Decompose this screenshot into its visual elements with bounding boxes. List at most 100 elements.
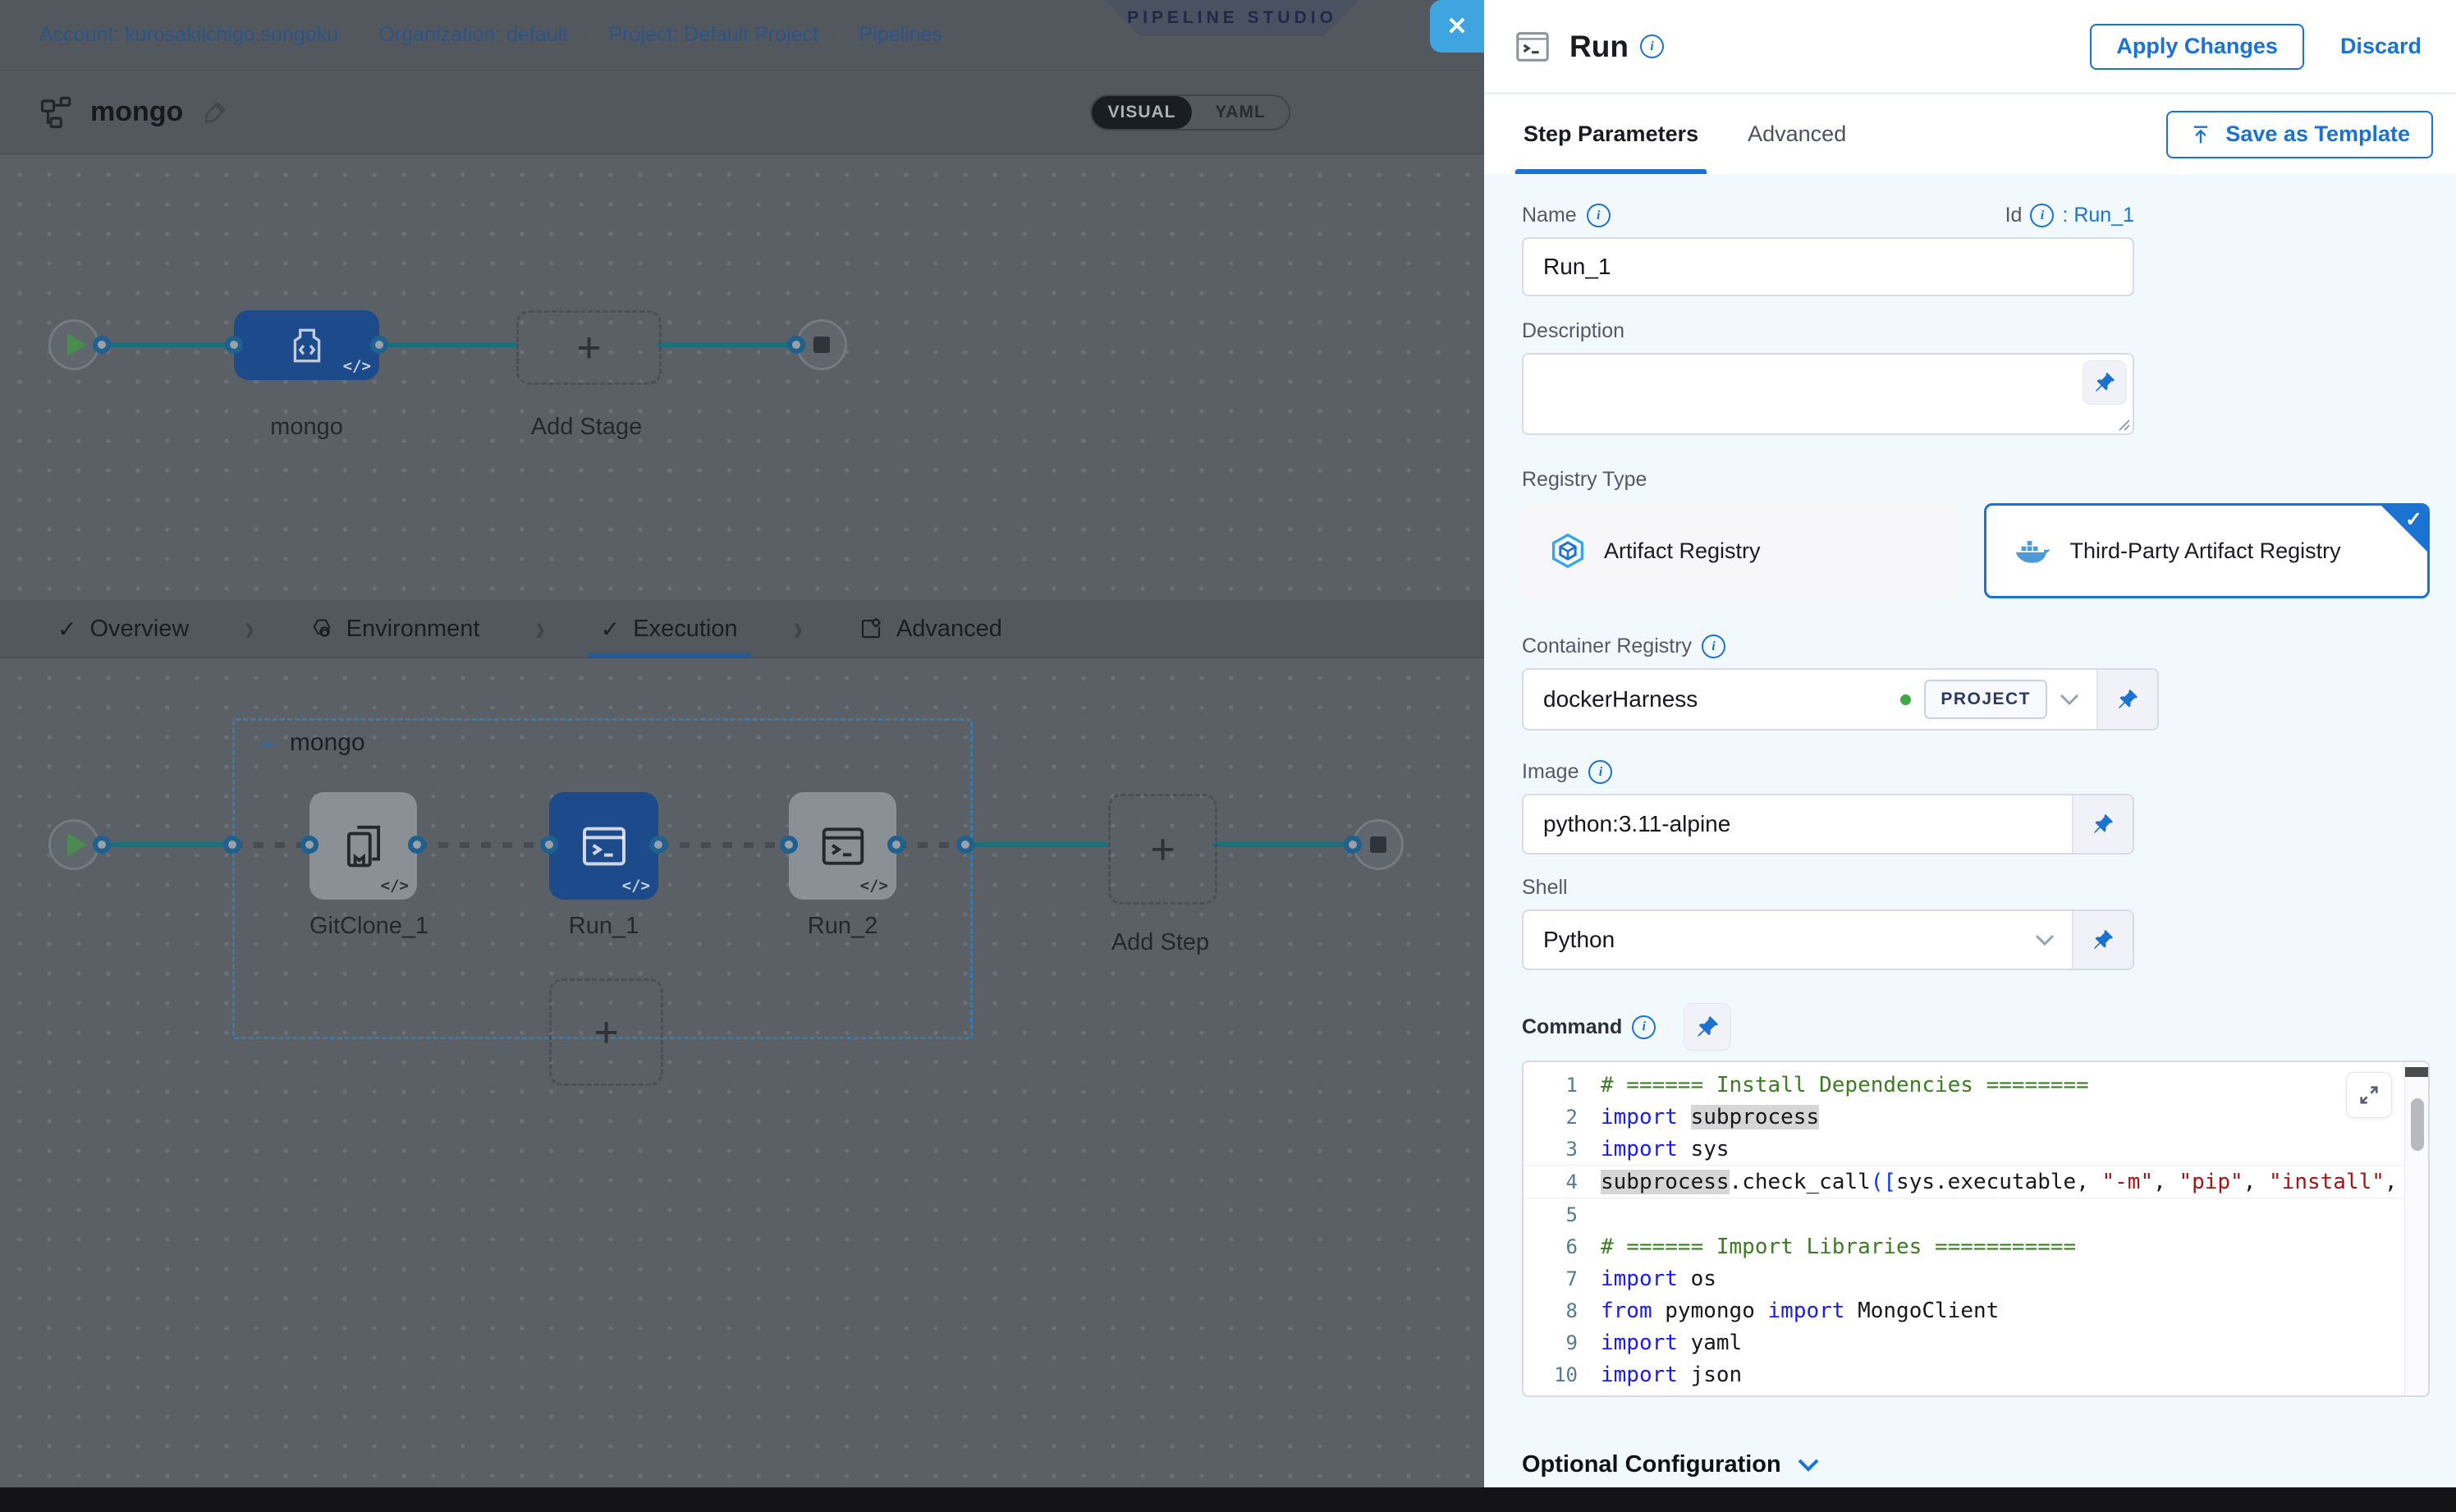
tab-environment[interactable]: Environment bbox=[302, 600, 488, 657]
step-config-panel: Run i Apply Changes Discard Step Paramet… bbox=[1484, 0, 2456, 1487]
apply-changes-button[interactable]: Apply Changes bbox=[2090, 24, 2304, 70]
code-line[interactable]: 1# ====== Install Dependencies ======== bbox=[1524, 1069, 2428, 1101]
stage-node-mongo[interactable]: </> bbox=[234, 310, 379, 380]
third-party-registry-card-selected[interactable]: Third-Party Artifact Registry ✓ bbox=[1984, 503, 2430, 598]
expand-editor-button[interactable] bbox=[2346, 1072, 2392, 1118]
command-label-text: Command bbox=[1522, 1015, 1622, 1039]
resize-handle[interactable] bbox=[2115, 415, 2131, 432]
line-number: 5 bbox=[1524, 1203, 1601, 1226]
connector-line bbox=[102, 842, 232, 847]
command-field-label: Command i bbox=[1522, 1015, 1656, 1039]
tab-execution[interactable]: ✓ Execution bbox=[593, 600, 746, 657]
artifact-registry-label: Artifact Registry bbox=[1604, 538, 1761, 564]
bottom-edge-bar bbox=[0, 1487, 2456, 1512]
pipeline-start-node[interactable] bbox=[48, 319, 99, 370]
image-value: python:3.11-alpine bbox=[1524, 811, 2072, 837]
code-line[interactable]: 10import json bbox=[1524, 1359, 2428, 1391]
connector-line-dotted bbox=[417, 842, 549, 848]
pipeline-studio-screen: Account: kurosakiichigo.songoku › Organi… bbox=[0, 0, 2456, 1512]
code-line[interactable]: 7import os bbox=[1524, 1262, 2428, 1294]
code-line[interactable]: 5 bbox=[1524, 1198, 2428, 1230]
add-step-button[interactable]: + bbox=[1108, 794, 1217, 905]
info-icon[interactable]: i bbox=[1588, 760, 1612, 784]
runtime-input-pin-button[interactable] bbox=[2083, 360, 2127, 405]
tab-step-advanced[interactable]: Advanced bbox=[1746, 94, 1848, 174]
container-registry-label-text: Container Registry bbox=[1522, 635, 1692, 658]
optional-configuration-toggle[interactable]: Optional Configuration bbox=[1522, 1451, 2430, 1478]
save-as-template-button[interactable]: Save as Template bbox=[2166, 111, 2433, 158]
discard-button[interactable]: Discard bbox=[2340, 34, 2422, 59]
code-line[interactable]: 8from pymongo import MongoClient bbox=[1524, 1294, 2428, 1326]
pin-icon bbox=[2092, 813, 2114, 835]
runtime-input-pin-button[interactable] bbox=[2072, 795, 2133, 853]
tab-step-parameters[interactable]: Step Parameters bbox=[1522, 94, 1700, 174]
connector-line bbox=[379, 342, 516, 347]
runtime-input-pin-button[interactable] bbox=[1684, 1003, 1731, 1051]
line-number: 1 bbox=[1524, 1074, 1601, 1097]
add-step-below-button[interactable]: + bbox=[549, 978, 663, 1086]
breadcrumb-organization[interactable]: Organization: default bbox=[378, 23, 568, 47]
code-line[interactable]: 2import subprocess bbox=[1524, 1101, 2428, 1133]
panel-body[interactable]: Name i Id i : Run_1 Description bbox=[1484, 174, 2456, 1487]
command-code-editor[interactable]: 1# ====== Install Dependencies ========2… bbox=[1522, 1061, 2430, 1397]
breadcrumb-pipelines[interactable]: Pipelines bbox=[859, 23, 942, 47]
info-icon[interactable]: i bbox=[1587, 204, 1611, 227]
optional-configuration-label: Optional Configuration bbox=[1522, 1451, 1781, 1478]
toggle-yaml[interactable]: YAML bbox=[1192, 96, 1289, 129]
line-number: 6 bbox=[1524, 1235, 1601, 1258]
code-text: # ====== Import Libraries =========== bbox=[1601, 1235, 2076, 1259]
code-line[interactable]: 9import yaml bbox=[1524, 1326, 2428, 1359]
breadcrumb-account[interactable]: Account: kurosakiichigo.songoku bbox=[39, 23, 338, 47]
tab-execution-label: Execution bbox=[633, 616, 737, 643]
edit-pipeline-name-icon[interactable] bbox=[201, 99, 229, 126]
tab-overview[interactable]: ✓ Overview bbox=[49, 600, 197, 657]
close-panel-button[interactable]: ✕ bbox=[1430, 0, 1484, 53]
info-icon[interactable]: i bbox=[2030, 204, 2054, 227]
container-registry-value: dockerHarness bbox=[1524, 686, 1900, 712]
runtime-input-pin-button[interactable] bbox=[2072, 911, 2133, 969]
add-stage-button[interactable]: + bbox=[516, 310, 662, 385]
collapse-group-icon[interactable]: – bbox=[259, 729, 275, 757]
step-node-run2[interactable]: </> bbox=[789, 792, 896, 900]
chevron-down-icon bbox=[1796, 1457, 1821, 1473]
connector-line bbox=[968, 842, 1108, 847]
info-icon[interactable]: i bbox=[1702, 635, 1725, 658]
info-icon[interactable]: i bbox=[1632, 1015, 1656, 1039]
pipeline-editor-dimmed: Account: kurosakiichigo.songoku › Organi… bbox=[0, 0, 1484, 1512]
container-registry-field[interactable]: dockerHarness PROJECT bbox=[1522, 668, 2159, 731]
stop-icon bbox=[813, 337, 830, 353]
toggle-visual[interactable]: VISUAL bbox=[1092, 96, 1192, 129]
step-node-gitclone[interactable]: </> bbox=[309, 792, 417, 900]
shell-select[interactable]: Python bbox=[1522, 909, 2134, 970]
scrollbar-marker bbox=[2405, 1067, 2428, 1077]
connector-port bbox=[93, 336, 111, 354]
image-field[interactable]: python:3.11-alpine bbox=[1522, 794, 2134, 855]
stage-tabs-bar: ✓ Overview › Environment › ✓ Execution ›… bbox=[0, 600, 1484, 658]
connector-port bbox=[1344, 836, 1362, 854]
step-id: Id i : Run_1 bbox=[2005, 204, 2134, 227]
ci-stage-icon bbox=[286, 325, 328, 366]
connector-line-dotted bbox=[658, 842, 789, 848]
artifact-registry-card[interactable]: Artifact Registry bbox=[1522, 503, 1959, 598]
code-line[interactable]: 4subprocess.check_call([sys.executable, … bbox=[1524, 1165, 2428, 1198]
breadcrumb-separator: › bbox=[584, 22, 592, 48]
editor-scrollbar[interactable] bbox=[2404, 1062, 2428, 1395]
scrollbar-thumb[interactable] bbox=[2411, 1098, 2424, 1151]
pipeline-title-bar: mongo VISUAL YAML bbox=[0, 71, 1484, 154]
chevron-down-icon[interactable] bbox=[2059, 693, 2080, 706]
execution-start-node[interactable] bbox=[48, 819, 99, 870]
description-textarea[interactable] bbox=[1522, 353, 2134, 435]
runtime-input-pin-button[interactable] bbox=[2096, 670, 2157, 729]
code-line[interactable]: 6# ====== Import Libraries =========== bbox=[1524, 1230, 2428, 1262]
name-input[interactable] bbox=[1522, 237, 2134, 296]
info-icon[interactable]: i bbox=[1640, 34, 1664, 58]
chevron-down-icon[interactable] bbox=[2034, 933, 2055, 946]
step-node-run1-selected[interactable]: </> bbox=[549, 792, 658, 900]
code-badge-icon: </> bbox=[622, 877, 650, 895]
execution-canvas[interactable]: – mongo </> </> bbox=[0, 658, 1484, 1487]
tab-advanced[interactable]: Advanced bbox=[850, 600, 1010, 657]
breadcrumb-project[interactable]: Project: Default Project bbox=[608, 23, 818, 47]
stage-canvas[interactable]: </> + mongo Add Stage bbox=[0, 155, 1484, 600]
code-line[interactable]: 3import sys bbox=[1524, 1133, 2428, 1165]
step-group-header[interactable]: – mongo bbox=[259, 729, 365, 757]
